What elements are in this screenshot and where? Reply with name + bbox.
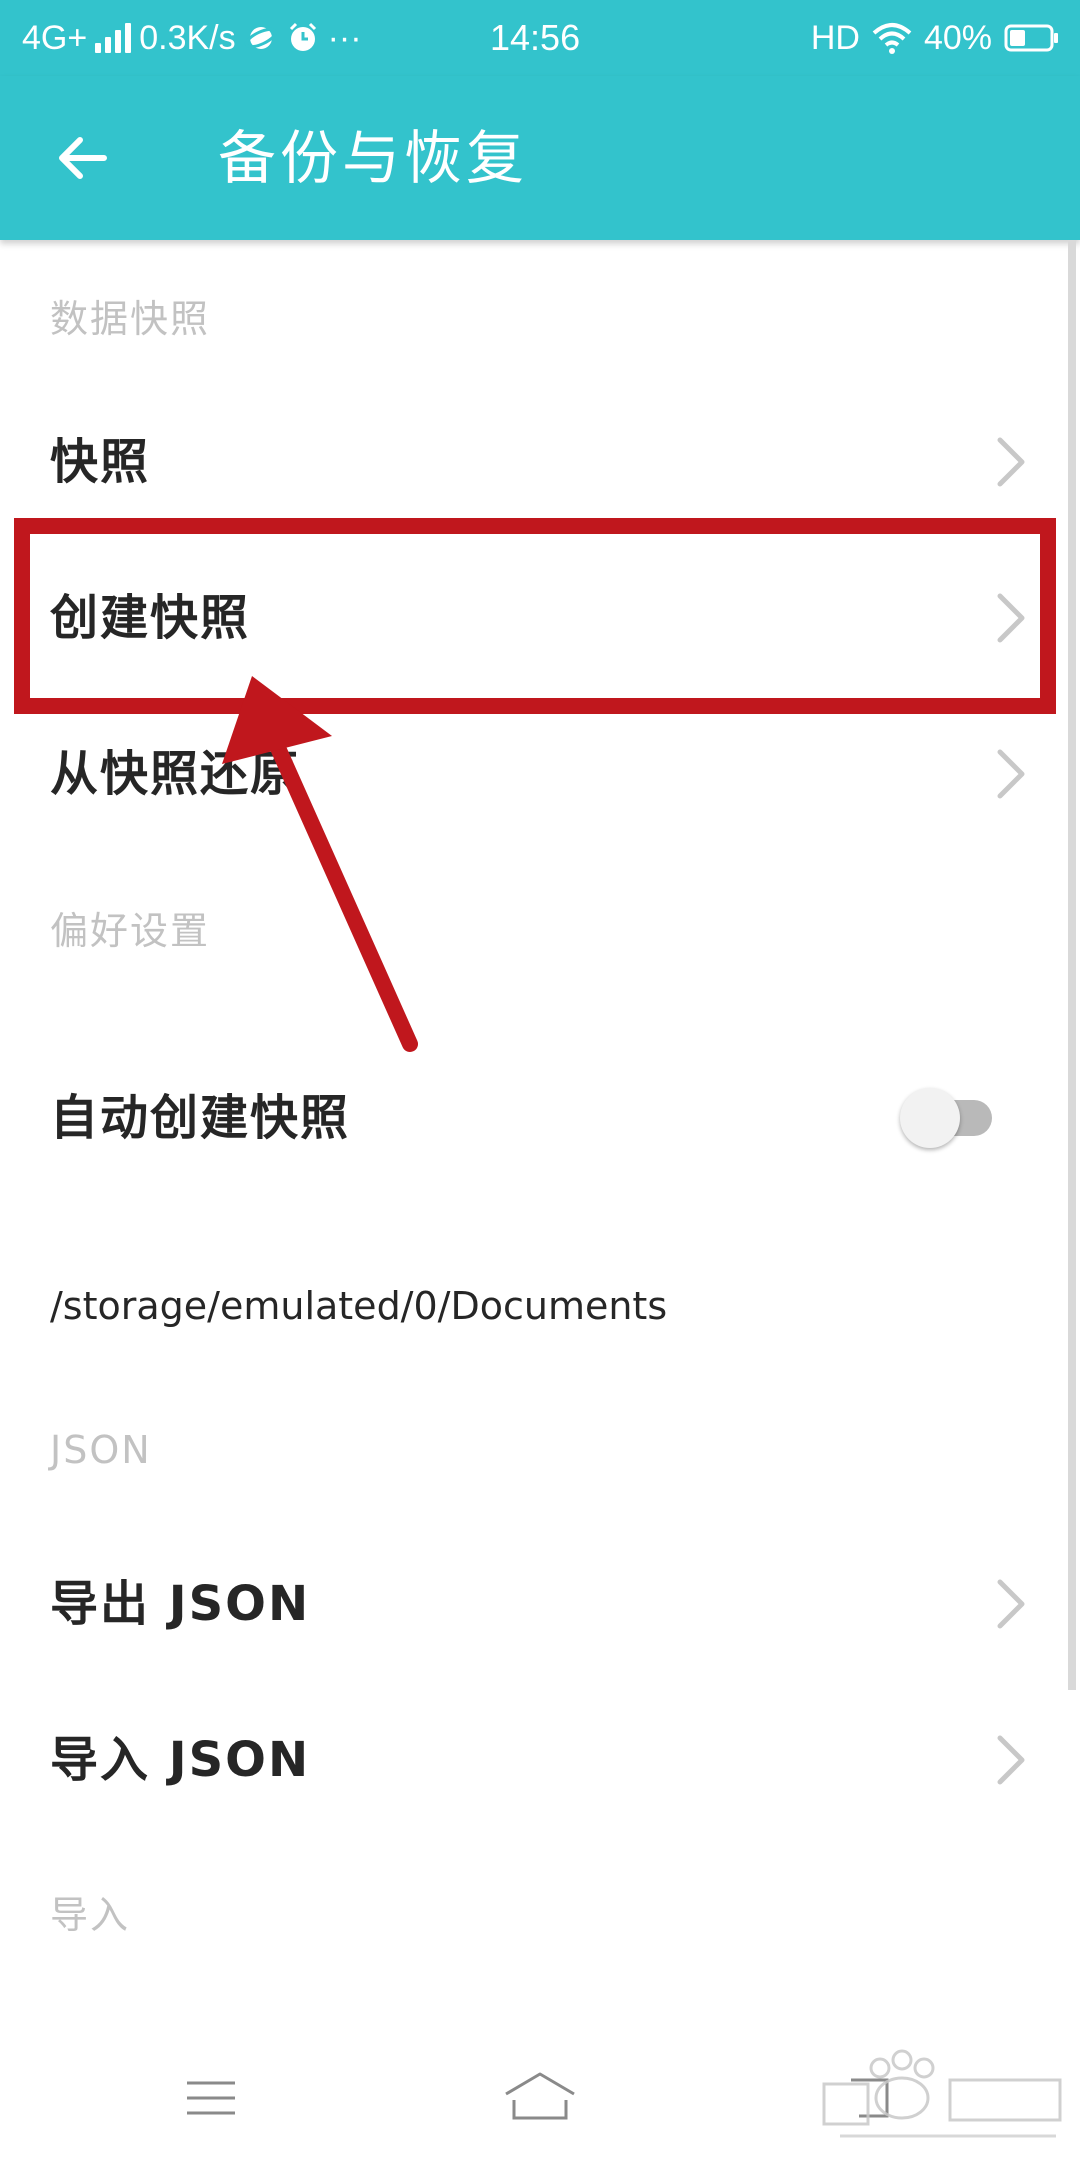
alarm-icon bbox=[286, 21, 320, 55]
auto-create-snapshot-label: 自动创建快照 bbox=[50, 1090, 351, 1146]
arrow-back-icon bbox=[59, 137, 107, 179]
back-button[interactable] bbox=[44, 120, 120, 196]
app-bar: 备份与恢复 bbox=[0, 76, 1080, 240]
storage-path[interactable]: /storage/emulated/0/Documents bbox=[50, 1284, 667, 1328]
status-bar: 4G+ 0.3K/s ··· 14:56 HD 40% bbox=[0, 0, 1080, 76]
planet-icon bbox=[244, 21, 278, 55]
restore-snapshot-item[interactable]: 从快照还原 bbox=[0, 696, 1060, 852]
menu-button[interactable] bbox=[166, 2058, 256, 2138]
network-type: 4G+ bbox=[22, 18, 88, 57]
section-header-import: 导入 bbox=[50, 1893, 131, 1937]
chevron-right-icon bbox=[997, 1579, 1025, 1629]
home-button[interactable] bbox=[495, 2058, 585, 2138]
network-speed: 0.3K/s bbox=[139, 18, 236, 57]
highlight-box bbox=[14, 518, 1056, 714]
restore-snapshot-label: 从快照还原 bbox=[50, 746, 301, 802]
settings-list: 数据快照 快照 创建快照 从快照还原 偏好设置 自动创建快照 /storage/… bbox=[0, 240, 1080, 2030]
toggle-knob bbox=[900, 1088, 960, 1148]
baidu-watermark-icon bbox=[822, 2049, 1062, 2138]
auto-create-snapshot-toggle[interactable] bbox=[900, 1080, 1000, 1150]
section-header-json: JSON bbox=[50, 1428, 152, 1472]
import-json-label: 导入 JSON bbox=[50, 1732, 311, 1788]
home-icon bbox=[505, 2072, 575, 2120]
snapshot-item[interactable]: 快照 bbox=[0, 384, 1060, 540]
wifi-icon bbox=[872, 21, 912, 55]
section-header-snapshot: 数据快照 bbox=[50, 297, 211, 341]
signal-icon bbox=[95, 23, 132, 53]
status-right: HD 40% bbox=[811, 18, 1060, 58]
export-json-label: 导出 JSON bbox=[50, 1576, 311, 1632]
clock: 14:56 bbox=[490, 17, 581, 58]
chevron-right-icon bbox=[997, 749, 1025, 799]
hd-indicator: HD bbox=[810, 18, 860, 57]
more-notifications: ··· bbox=[327, 18, 362, 57]
status-left: 4G+ 0.3K/s ··· bbox=[22, 18, 362, 58]
snapshot-label: 快照 bbox=[50, 434, 151, 490]
section-header-preferences: 偏好设置 bbox=[50, 909, 211, 953]
page-title: 备份与恢复 bbox=[218, 124, 529, 192]
menu-icon bbox=[187, 2081, 235, 2115]
chevron-right-icon bbox=[997, 1735, 1025, 1785]
export-json-item[interactable]: 导出 JSON bbox=[0, 1526, 1060, 1682]
chevron-right-icon bbox=[997, 437, 1025, 487]
scrollbar[interactable] bbox=[1068, 240, 1076, 1690]
battery-icon bbox=[1004, 23, 1060, 53]
battery-percent: 40% bbox=[923, 18, 992, 57]
import-json-item[interactable]: 导入 JSON bbox=[0, 1682, 1060, 1838]
